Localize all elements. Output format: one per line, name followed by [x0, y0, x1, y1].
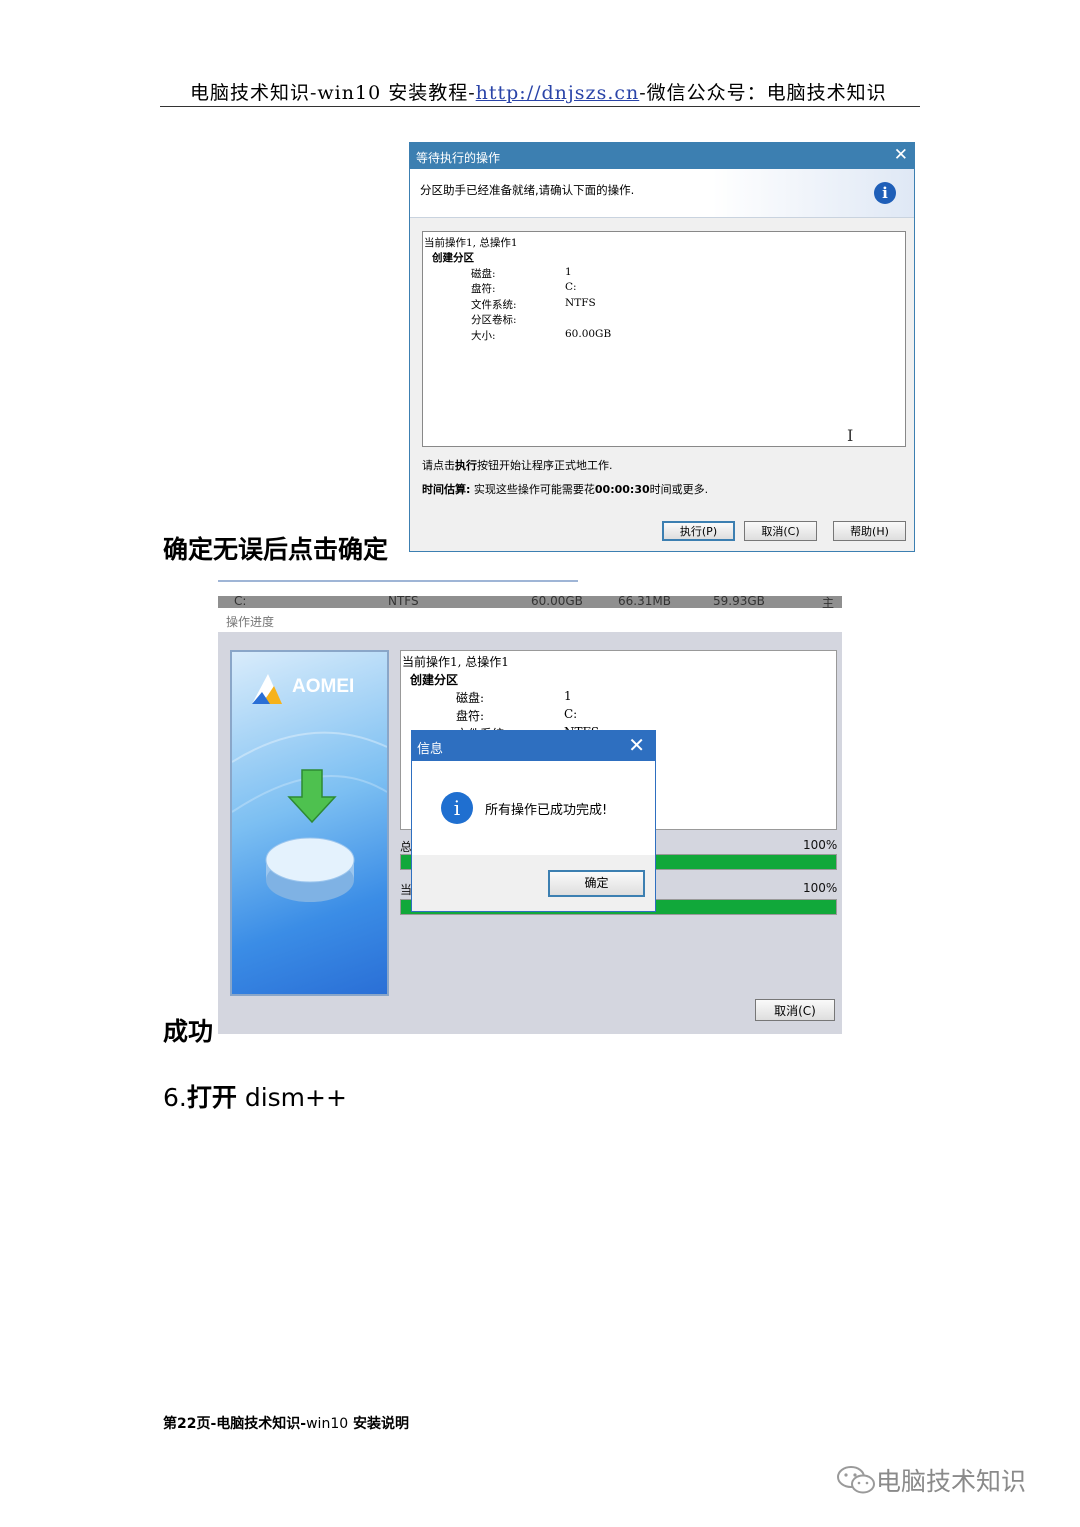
info-icon: i [441, 792, 473, 824]
estimate-label: 时间估算: [422, 483, 471, 496]
op-label: 文件系统: [471, 299, 517, 311]
watermark: 电脑技术知识 [836, 1462, 1026, 1498]
op-value: 1 [565, 266, 572, 278]
partition-strip: C: NTFS 60.00GB 66.31MB 59.93GB 主 [218, 596, 842, 608]
text-cursor-icon: I [847, 426, 854, 445]
success-dialog-body: i 所有操作已成功完成! [412, 761, 655, 855]
footer-tail: 安装说明 [348, 1416, 410, 1432]
op-label: 大小: [471, 330, 496, 342]
operations-list[interactable]: 当前操作1, 总操作1 创建分区 磁盘: 1 盘符: C: 文件系统: NTFS… [422, 231, 906, 447]
dialog-intro-band: 分区助手已经准备就绪,请确认下面的操作. [410, 169, 914, 218]
strip-cell: 66.31MB [618, 596, 671, 608]
hint-post: 按钮开始让程序正式地工作. [477, 459, 613, 472]
ops-summary: 当前操作1, 总操作1 [424, 237, 518, 249]
op-value: 1 [564, 689, 572, 703]
pending-operations-dialog: 等待执行的操作 ✕ 分区助手已经准备就绪,请确认下面的操作. i 当前操作1, … [409, 142, 915, 552]
ops-heading: 创建分区 [432, 252, 474, 264]
op-value: C: [564, 707, 578, 721]
aomei-banner: AOMEI [230, 650, 389, 996]
ok-button[interactable]: 确定 [548, 870, 645, 897]
strip-cell: C: [234, 596, 247, 608]
estimate-time: 00:00:30 [594, 483, 650, 496]
header-rule [160, 106, 920, 107]
op-value: C: [565, 281, 577, 293]
hint-pre: 请点击 [422, 459, 455, 472]
wechat-icon [837, 1466, 875, 1494]
success-dialog: 信息 ✕ i 所有操作已成功完成! 确定 [411, 730, 656, 912]
dialog-intro-text: 分区助手已经准备就绪,请确认下面的操作. [420, 183, 635, 197]
execute-button[interactable]: 执行(P) [662, 521, 735, 541]
header-text-before: 电脑技术知识-win10 安装教程- [190, 82, 476, 104]
progress-cancel-button[interactable]: 取消(C) [755, 999, 835, 1021]
dialog-title: 等待执行的操作 [416, 151, 501, 165]
aomei-logo-icon [252, 674, 282, 704]
strip-cell: 59.93GB [713, 596, 765, 608]
op-label: 磁盘: [456, 691, 485, 705]
op-value: 60.00GB [565, 328, 612, 340]
progress-window-title: 操作进度 [218, 608, 842, 632]
op-value: NTFS [565, 297, 596, 309]
footer-text: -电脑技术知识- [210, 1416, 307, 1432]
estimate-post: 时间或更多. [649, 483, 709, 496]
current-progress-percent: 100% [803, 881, 838, 895]
execute-hint: 请点击执行按钮开始让程序正式地工作. [422, 457, 613, 473]
aomei-brand: AOMEI [292, 676, 355, 697]
section-heading: 6.打开 dism++ [163, 1078, 347, 1114]
section-bold: 打开 [186, 1083, 237, 1112]
time-estimate: 时间估算: 实现这些操作可能需要花00:00:30时间或更多. [422, 481, 708, 497]
header-text-after: -微信公众号：电脑技术知识 [639, 82, 887, 104]
section-number: 6. [163, 1083, 187, 1112]
footer-page: 第22页 [163, 1416, 211, 1432]
op-label: 盘符: [456, 709, 485, 723]
watermark-text: 电脑技术知识 [876, 1467, 1027, 1496]
dialog-titlebar: 等待执行的操作 ✕ [410, 143, 914, 169]
op-label: 盘符: [471, 283, 496, 295]
op-label: 磁盘: [471, 268, 496, 280]
info-icon: i [874, 182, 896, 204]
progress-screenshot: C: NTFS 60.00GB 66.31MB 59.93GB 主 操作进度 A… [218, 596, 842, 1034]
success-message: 所有操作已成功完成! [485, 803, 608, 818]
caption-success: 成功 [163, 1017, 214, 1046]
strip-cell: 主 [822, 596, 835, 608]
page-header: 电脑技术知识-win10 安装教程-http://dnjszs.cn-微信公众号… [190, 78, 900, 105]
success-dialog-title: 信息 [417, 742, 444, 757]
ops-heading: 创建分区 [410, 673, 459, 687]
ops-summary: 当前操作1, 总操作1 [402, 655, 509, 669]
strip-cell: NTFS [388, 596, 419, 608]
estimate-pre: 实现这些操作可能需要花 [470, 483, 595, 496]
caption-confirm: 确定无误后点击确定 [163, 535, 389, 564]
section-rest: dism++ [236, 1083, 347, 1112]
close-icon[interactable]: ✕ [894, 145, 908, 165]
cancel-button[interactable]: 取消(C) [744, 521, 817, 541]
op-label: 分区卷标: [471, 314, 517, 326]
separator-line [218, 580, 578, 582]
progress-title-text: 操作进度 [226, 615, 275, 629]
hard-drive-icon [265, 837, 355, 902]
page-footer: 第22页-电脑技术知识-win10 安装说明 [163, 1413, 409, 1433]
success-dialog-titlebar: 信息 ✕ [412, 731, 655, 761]
header-link[interactable]: http://dnjszs.cn [476, 82, 640, 104]
help-button[interactable]: 帮助(H) [833, 521, 906, 541]
close-icon[interactable]: ✕ [628, 733, 645, 757]
aomei-banner-art [232, 674, 387, 902]
hint-bold: 执行 [455, 459, 477, 472]
strip-cell: 60.00GB [531, 596, 583, 608]
footer-version: win10 [306, 1416, 349, 1432]
total-progress-percent: 100% [803, 838, 838, 852]
download-arrow-icon [287, 769, 337, 824]
